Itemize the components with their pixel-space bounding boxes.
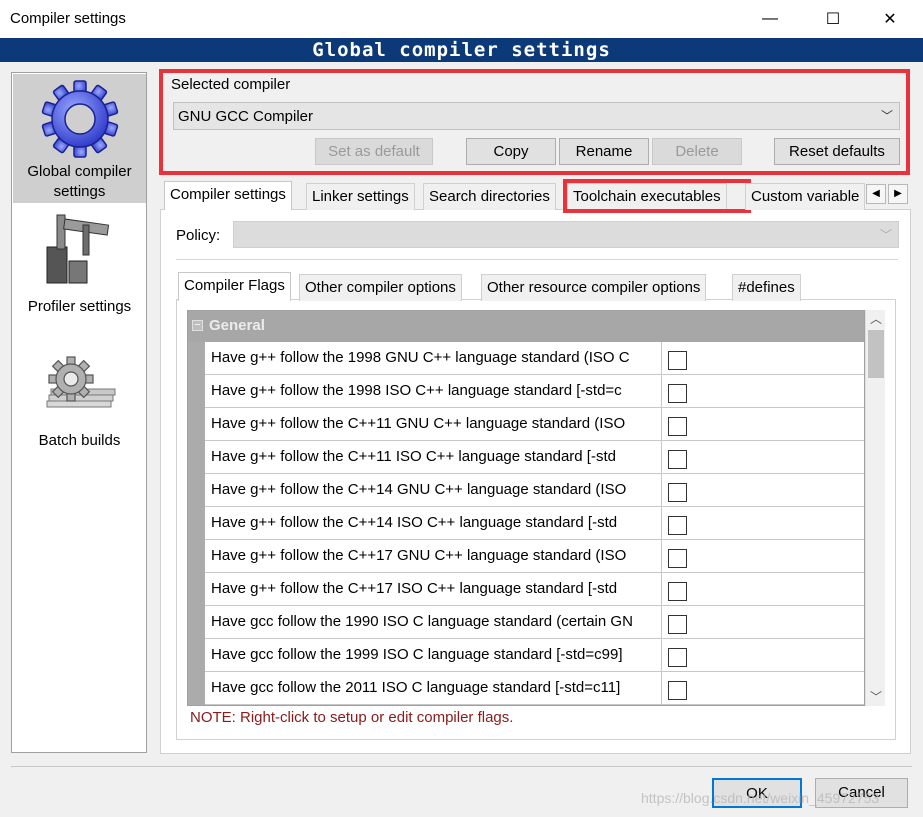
flag-label: Have g++ follow the C++11 ISO C++ langua… bbox=[211, 441, 662, 473]
flag-row[interactable]: Have g++ follow the C++14 GNU C++ langua… bbox=[205, 474, 864, 507]
compiler-dropdown-value: GNU GCC Compiler bbox=[178, 108, 314, 125]
subtab-other-compiler-options[interactable]: Other compiler options bbox=[299, 274, 462, 301]
category-label: General bbox=[209, 317, 265, 334]
chevron-down-icon: ﹀ bbox=[879, 228, 892, 242]
flag-row[interactable]: Have gcc follow the 1999 ISO C language … bbox=[205, 639, 864, 672]
flag-checkbox[interactable] bbox=[668, 450, 687, 469]
caliper-icon bbox=[46, 214, 110, 284]
divider bbox=[176, 259, 898, 260]
flag-checkbox[interactable] bbox=[668, 549, 687, 568]
flag-row[interactable]: Have g++ follow the C++11 ISO C++ langua… bbox=[205, 441, 864, 474]
flag-label: Have g++ follow the 1998 GNU C++ languag… bbox=[211, 342, 662, 374]
chevron-down-icon: ﹀ bbox=[880, 109, 893, 123]
flag-label: Have g++ follow the 1998 ISO C++ languag… bbox=[211, 375, 662, 407]
selected-compiler-legend: Selected compiler bbox=[171, 76, 291, 93]
flag-label: Have gcc follow the 2011 ISO C language … bbox=[211, 672, 662, 704]
flag-row[interactable]: Have g++ follow the C++17 GNU C++ langua… bbox=[205, 540, 864, 573]
reset-defaults-button[interactable]: Reset defaults bbox=[774, 138, 900, 165]
flag-label: Have g++ follow the C++17 ISO C++ langua… bbox=[211, 573, 662, 605]
compiler-dropdown[interactable]: GNU GCC Compiler ﹀ bbox=[173, 102, 900, 130]
flag-checkbox[interactable] bbox=[668, 582, 687, 601]
tab-search-directories[interactable]: Search directories bbox=[423, 183, 556, 210]
sidebar-item-profiler[interactable]: Profiler settings bbox=[13, 209, 146, 319]
flag-row[interactable]: Have g++ follow the 1998 ISO C++ languag… bbox=[205, 375, 864, 408]
flag-label: Have g++ follow the C++17 GNU C++ langua… bbox=[211, 540, 662, 572]
watermark: https://blog.csdn.net/weixin_45972753 bbox=[641, 790, 880, 806]
flags-note: NOTE: Right-click to setup or edit compi… bbox=[190, 709, 514, 726]
flag-checkbox[interactable] bbox=[668, 516, 687, 535]
scroll-up-icon[interactable]: ︿ bbox=[866, 310, 886, 328]
page-banner: Global compiler settings bbox=[0, 38, 923, 62]
compiler-flags-grid: − General Have g++ follow the 1998 GNU C… bbox=[187, 310, 865, 706]
sidebar-item-global-compiler[interactable]: Global compiler settings bbox=[13, 74, 146, 203]
flag-label: Have gcc follow the 1990 ISO C language … bbox=[211, 606, 662, 638]
flag-label: Have gcc follow the 1999 ISO C language … bbox=[211, 639, 662, 671]
sidebar-item-label: Global compiler settings bbox=[27, 163, 132, 200]
flag-checkbox[interactable] bbox=[668, 615, 687, 634]
delete-button[interactable]: Delete bbox=[652, 138, 742, 165]
policy-label: Policy: bbox=[176, 227, 221, 244]
flag-row[interactable]: Have gcc follow the 2011 ISO C language … bbox=[205, 672, 864, 705]
sidebar-item-label: Batch builds bbox=[38, 432, 121, 449]
settings-sidebar: Global compiler settings Profiler settin… bbox=[11, 72, 147, 753]
gear-icon bbox=[41, 80, 119, 158]
tab-custom-variables[interactable]: Custom variable bbox=[745, 183, 865, 210]
flag-checkbox[interactable] bbox=[668, 417, 687, 436]
scrollbar-thumb[interactable] bbox=[868, 330, 884, 378]
divider bbox=[11, 766, 912, 767]
subtab-defines[interactable]: #defines bbox=[732, 274, 801, 301]
title-bar: Compiler settings — ☐ ✕ bbox=[0, 0, 923, 38]
maximize-button[interactable]: ☐ bbox=[810, 0, 856, 38]
sidebar-item-batch-builds[interactable]: Batch builds bbox=[13, 355, 146, 455]
flag-checkbox[interactable] bbox=[668, 648, 687, 667]
tab-compiler-settings[interactable]: Compiler settings bbox=[164, 181, 292, 210]
batch-gear-icon bbox=[46, 356, 116, 408]
flag-label: Have g++ follow the C++14 GNU C++ langua… bbox=[211, 474, 662, 506]
flag-checkbox[interactable] bbox=[668, 384, 687, 403]
flag-row[interactable]: Have g++ follow the 1998 GNU C++ languag… bbox=[205, 342, 864, 375]
collapse-icon[interactable]: − bbox=[192, 320, 203, 331]
set-as-default-button[interactable]: Set as default bbox=[315, 138, 433, 165]
toolchain-tab-highlight bbox=[563, 179, 751, 213]
sidebar-item-label: Profiler settings bbox=[27, 298, 132, 315]
subtab-other-resource-compiler-options[interactable]: Other resource compiler options bbox=[481, 274, 707, 301]
rename-button[interactable]: Rename bbox=[559, 138, 649, 165]
category-header[interactable]: − General bbox=[188, 311, 864, 342]
vertical-scrollbar[interactable]: ︿ ﹀ bbox=[865, 310, 885, 706]
minimize-button[interactable]: — bbox=[747, 0, 793, 38]
flag-row[interactable]: Have g++ follow the C++14 ISO C++ langua… bbox=[205, 507, 864, 540]
flag-label: Have g++ follow the C++14 ISO C++ langua… bbox=[211, 507, 662, 539]
close-button[interactable]: ✕ bbox=[867, 0, 913, 38]
subtab-compiler-flags[interactable]: Compiler Flags bbox=[178, 272, 291, 301]
tab-scroll-right-button[interactable]: ▶ bbox=[888, 184, 908, 204]
flag-checkbox[interactable] bbox=[668, 351, 687, 370]
tab-linker-settings[interactable]: Linker settings bbox=[306, 183, 415, 210]
flag-row[interactable]: Have g++ follow the C++11 GNU C++ langua… bbox=[205, 408, 864, 441]
window-title: Compiler settings bbox=[10, 10, 126, 27]
flag-label: Have g++ follow the C++11 GNU C++ langua… bbox=[211, 408, 662, 440]
scroll-down-icon[interactable]: ﹀ bbox=[866, 688, 886, 706]
flag-row[interactable]: Have gcc follow the 1990 ISO C language … bbox=[205, 606, 864, 639]
tab-scroll-left-button[interactable]: ◀ bbox=[866, 184, 886, 204]
copy-button[interactable]: Copy bbox=[466, 138, 556, 165]
flag-row[interactable]: Have g++ follow the C++17 ISO C++ langua… bbox=[205, 573, 864, 606]
policy-dropdown[interactable]: ﹀ bbox=[233, 221, 899, 248]
flag-checkbox[interactable] bbox=[668, 681, 687, 700]
flag-checkbox[interactable] bbox=[668, 483, 687, 502]
